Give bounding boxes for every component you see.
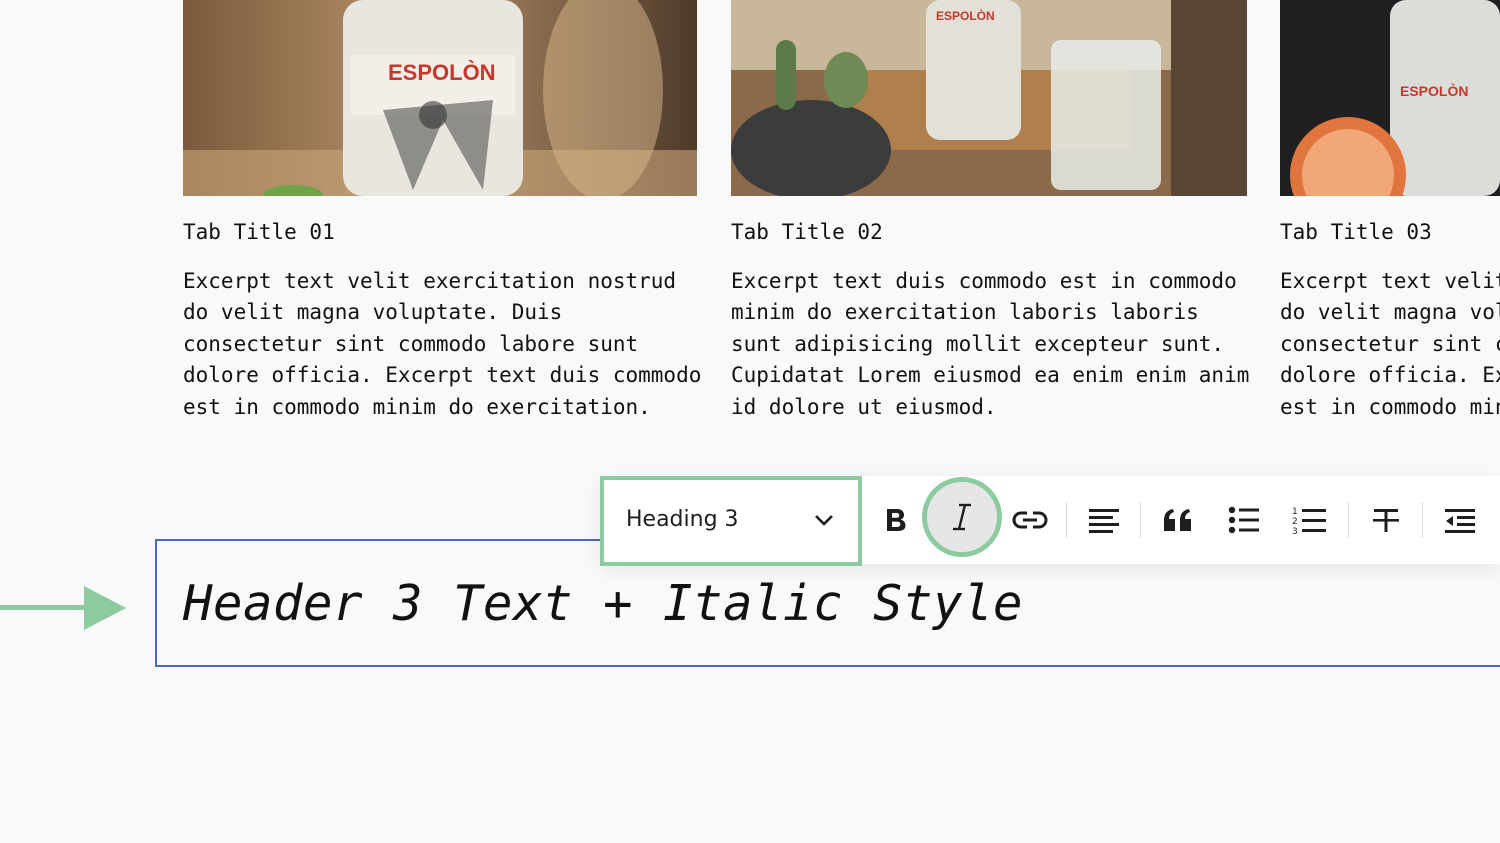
card-title[interactable]: Tab Title 03 [1280,220,1432,244]
chevron-down-icon [815,515,833,526]
svg-text:ESPOLÒN: ESPOLÒN [388,60,496,85]
outdent-button[interactable] [1432,492,1488,548]
toolbar-separator [1140,502,1141,538]
quote-icon [1164,509,1191,531]
svg-text:1: 1 [1292,507,1298,517]
card-title[interactable]: Tab Title 02 [731,220,883,244]
italic-button[interactable] [922,477,1002,557]
italic-icon [953,503,971,531]
heading-3-text[interactable]: Header 3 Text + Italic Style [183,575,1023,632]
bold-button[interactable] [868,492,924,548]
strikethrough-icon [1373,509,1399,532]
card-excerpt: Excerpt text duis commodo est in commodo… [731,269,1250,419]
link-icon [1012,511,1048,529]
numbered-list-button[interactable]: 1 2 3 [1282,492,1338,548]
svg-text:ESPOLÒN: ESPOLÒN [1400,82,1468,99]
card-image: ESPOLÒN [1280,0,1500,196]
block-toolbar: Heading 3 1 2 3 [600,476,1500,566]
toolbar-separator [1066,502,1067,538]
quote-button[interactable] [1150,492,1206,548]
toolbar-separator [1422,502,1423,538]
svg-text:2: 2 [1292,517,1298,527]
card-excerpt: Excerpt text velit exercitation nostrud … [183,269,702,419]
pointer-arrow-icon [0,586,126,630]
link-button[interactable] [1002,492,1058,548]
card-excerpt: Excerpt text velit exercitation nostrud … [1280,269,1500,419]
card-image: ESPOLÒN [731,0,1247,196]
svg-text:ESPOLÒN: ESPOLÒN [936,8,995,23]
strikethrough-button[interactable] [1358,492,1414,548]
block-type-label: Heading 3 [626,507,739,532]
card-image: ESPOLÒN [183,0,697,196]
align-left-button[interactable] [1076,492,1132,548]
toolbar-separator [1348,502,1349,538]
bullet-list-icon [1228,506,1259,534]
tab-card-3[interactable]: ESPOLÒN Tab Title 03 Excerpt text velit … [1280,0,1500,460]
outdent-icon [1445,509,1475,533]
block-type-dropdown[interactable]: Heading 3 [600,476,862,566]
card-title[interactable]: Tab Title 01 [183,220,335,244]
align-left-icon [1089,509,1119,533]
bullet-list-button[interactable] [1216,492,1272,548]
numbered-list-icon: 1 2 3 [1292,507,1326,535]
bold-icon [887,509,906,531]
svg-text:3: 3 [1292,527,1298,535]
